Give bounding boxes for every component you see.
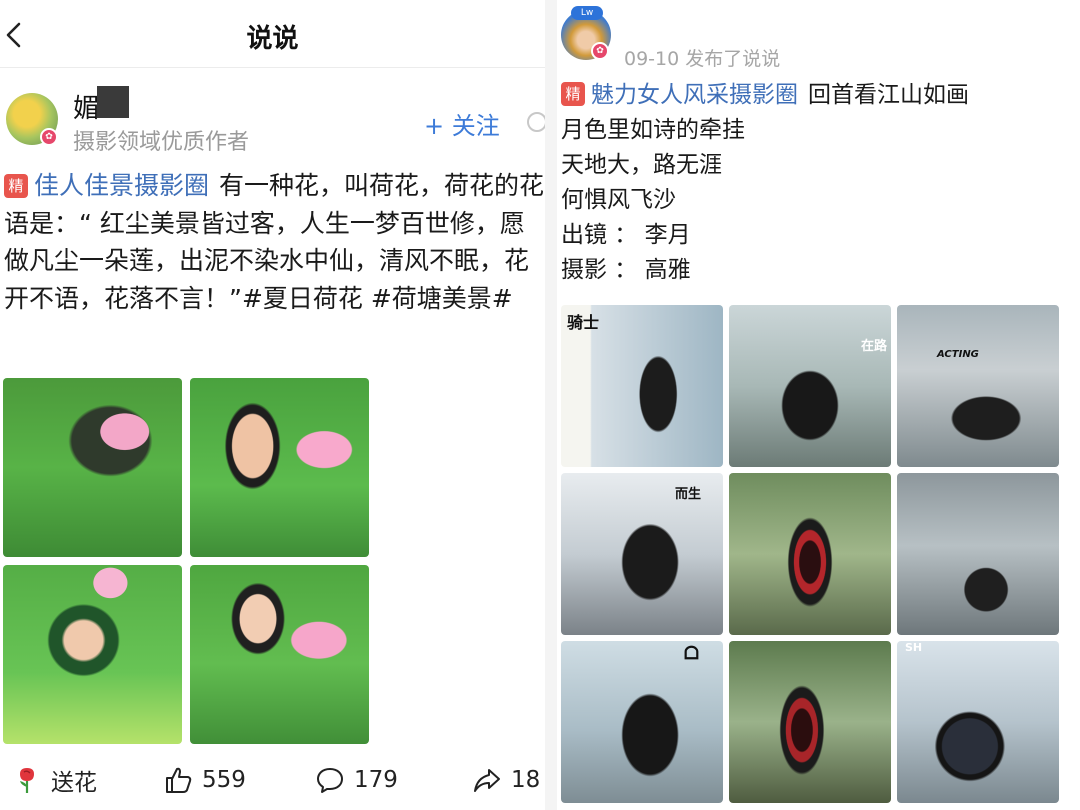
post-text-line: 天地大，路无涯 xyxy=(561,152,722,178)
featured-badge: 精 xyxy=(4,174,28,198)
left-post-panel: 说说 ✿ 媚 摄影领域优质作者 + 关注 精佳人佳景摄影圈 有一种花，叫荷花，荷花… xyxy=(0,0,545,810)
lotus-photo-3[interactable] xyxy=(3,565,182,744)
moto-photo-5[interactable] xyxy=(729,473,891,635)
page-title: 说说 xyxy=(246,24,299,54)
action-bar: 送花 559 179 18 xyxy=(0,760,545,805)
photo-caption: 在路 xyxy=(860,339,887,354)
share-count: 18 xyxy=(511,767,541,793)
share-icon xyxy=(474,769,500,792)
post-date: 09-10 发布了说说 xyxy=(624,48,781,70)
featured-badge: 精 xyxy=(561,82,585,106)
send-flower-button[interactable]: 送花 xyxy=(12,760,97,800)
vip-badge-icon: ✿ xyxy=(40,128,58,146)
photo-grid xyxy=(3,378,370,744)
circle-link[interactable]: 佳人佳景摄影圈 xyxy=(34,171,209,200)
moto-photo-2[interactable]: 在路 xyxy=(729,305,891,467)
model-credit: 出镜 ： 李月 xyxy=(561,222,691,248)
circle-link[interactable]: 魅力女人风采摄影圈 xyxy=(591,82,798,108)
more-options-icon[interactable] xyxy=(527,112,545,132)
author-name[interactable]: 媚 xyxy=(73,88,99,125)
thumbs-up-icon xyxy=(166,767,192,793)
like-count: 559 xyxy=(202,767,246,793)
avatar-tag: Lw xyxy=(571,6,603,20)
photo-caption: ACTING xyxy=(937,349,979,360)
post-body: 精魅力女人风采摄影圈 回首看江山如画 月色里如诗的牵挂 天地大，路无涯 何惧风飞沙… xyxy=(561,78,1076,288)
post-body: 精佳人佳景摄影圈 有一种花，叫荷花，荷花的花语是：“ 红尘美景皆过客，人生一梦百世… xyxy=(4,167,545,317)
post-first-line: 精魅力女人风采摄影圈 回首看江山如画 xyxy=(561,78,1076,113)
post-text-line: 月色里如诗的牵挂 xyxy=(561,117,745,143)
rose-icon xyxy=(20,768,34,793)
photo-caption: 而生 xyxy=(674,487,701,502)
author-subtitle: 摄影领域优质作者 xyxy=(73,130,250,155)
vip-badge-icon: ✿ xyxy=(591,42,609,60)
photo-caption: ᗝ xyxy=(684,643,699,664)
lotus-photo-4[interactable] xyxy=(190,565,369,744)
photo-grid: 骑士 在路 ACTING 而生 ᗝ SH xyxy=(561,305,1061,805)
nav-bar: 说说 xyxy=(0,0,545,68)
post-text-line: 回首看江山如画 xyxy=(808,82,969,108)
comment-count: 179 xyxy=(354,767,398,793)
share-button[interactable]: 18 xyxy=(472,760,540,800)
moto-photo-8[interactable] xyxy=(729,641,891,803)
moto-photo-1[interactable]: 骑士 xyxy=(561,305,723,467)
send-flower-label: 送花 xyxy=(51,770,97,796)
like-button[interactable]: 559 xyxy=(163,760,246,800)
follow-button[interactable]: + 关注 xyxy=(424,106,500,141)
moto-photo-6[interactable] xyxy=(897,473,1059,635)
post-text-line: 何惧风飞沙 xyxy=(561,187,676,213)
lotus-photo-1[interactable] xyxy=(3,378,182,557)
moto-photo-9[interactable]: SH xyxy=(897,641,1059,803)
comment-icon xyxy=(317,768,343,793)
lotus-photo-2[interactable] xyxy=(190,378,369,557)
right-post-panel: Lw ✿ 09-10 发布了说说 精魅力女人风采摄影圈 回首看江山如画 月色里如诗… xyxy=(557,0,1080,810)
moto-photo-4[interactable]: 而生 xyxy=(561,473,723,635)
photo-caption: SH xyxy=(905,641,923,654)
moto-photo-3[interactable]: ACTING xyxy=(897,305,1059,467)
comment-button[interactable]: 179 xyxy=(315,760,398,800)
moto-photo-7[interactable]: ᗝ xyxy=(561,641,723,803)
name-redaction xyxy=(97,86,129,118)
photographer-credit: 摄影 ： 高雅 xyxy=(561,257,691,283)
photo-caption: 骑士 xyxy=(567,313,600,332)
panel-divider xyxy=(545,0,557,810)
